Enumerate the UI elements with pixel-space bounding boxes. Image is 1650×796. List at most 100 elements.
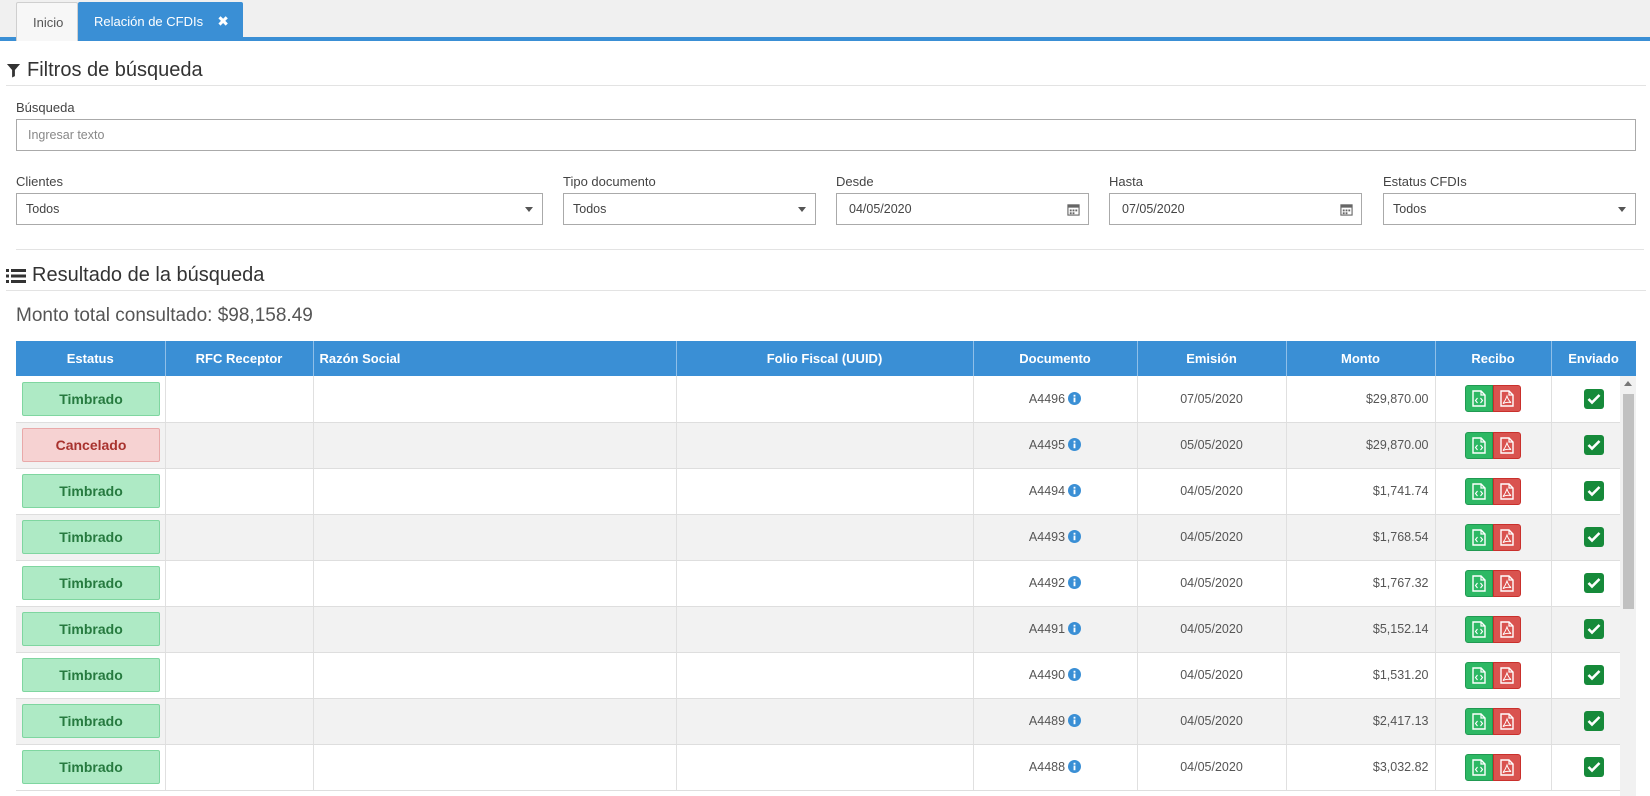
checkbox-checked-icon[interactable] <box>1583 435 1604 455</box>
table-row[interactable]: Timbrado A4491 04/05/2020 $5,152.14 <box>16 606 1636 653</box>
download-pdf-button[interactable] <box>1493 753 1521 781</box>
status-badge: Timbrado <box>22 750 160 784</box>
search-label: Búsqueda <box>16 100 75 115</box>
cell-recibo <box>1435 606 1552 653</box>
emission-date: 04/05/2020 <box>1180 576 1243 590</box>
tab-inicio[interactable]: Inicio <box>16 2 78 41</box>
checkbox-checked-icon[interactable] <box>1583 573 1604 593</box>
cell-recibo <box>1435 422 1552 469</box>
download-xml-button[interactable] <box>1465 523 1493 551</box>
cell-rfc <box>165 422 314 469</box>
emission-date: 04/05/2020 <box>1180 622 1243 636</box>
download-pdf-button[interactable] <box>1493 569 1521 597</box>
table-header-row: Estatus RFC Receptor Razón Social Folio … <box>16 341 1636 376</box>
col-razon-social[interactable]: Razón Social <box>313 341 677 376</box>
col-enviado[interactable]: Enviado <box>1551 341 1636 376</box>
amount: $1,531.20 <box>1372 668 1429 682</box>
table-row[interactable]: Timbrado A4496 07/05/2020 $29,870.00 <box>16 376 1636 423</box>
calendar-icon[interactable] <box>1340 203 1353 216</box>
table-row[interactable]: Timbrado A4493 04/05/2020 $1,768.54 <box>16 514 1636 561</box>
download-xml-button[interactable] <box>1465 431 1493 459</box>
table-row[interactable]: Timbrado A4494 04/05/2020 $1,741.74 <box>16 468 1636 515</box>
search-input[interactable] <box>26 127 1626 143</box>
info-icon[interactable] <box>1068 484 1082 497</box>
checkbox-checked-icon[interactable] <box>1583 388 1604 409</box>
cell-estatus: Timbrado <box>16 560 166 607</box>
download-xml-button[interactable] <box>1465 615 1493 643</box>
document-number: A4495 <box>1028 438 1066 452</box>
recibo-buttons <box>1465 569 1521 597</box>
download-xml-button[interactable] <box>1465 661 1493 689</box>
col-documento[interactable]: Documento <box>973 341 1138 376</box>
table-row[interactable]: Timbrado A4492 04/05/2020 $1,767.32 <box>16 560 1636 607</box>
info-icon[interactable] <box>1068 622 1082 635</box>
checkbox-checked-icon[interactable] <box>1583 527 1604 547</box>
recibo-buttons <box>1465 615 1521 643</box>
table-row[interactable]: Timbrado A4490 04/05/2020 $1,531.20 <box>16 652 1636 699</box>
close-icon[interactable]: ✖ <box>217 2 229 41</box>
document-number: A4496 <box>1028 391 1066 406</box>
filters-header: Filtros de búsqueda <box>6 56 1646 86</box>
download-pdf-button[interactable] <box>1493 385 1521 413</box>
divider <box>16 249 1644 250</box>
cell-folio <box>676 422 974 469</box>
info-icon[interactable] <box>1068 530 1082 543</box>
checkbox-checked-icon[interactable] <box>1583 665 1604 685</box>
emission-date: 05/05/2020 <box>1180 438 1243 452</box>
download-xml-button[interactable] <box>1465 707 1493 735</box>
document-number: A4491 <box>1028 622 1066 636</box>
table-row[interactable]: Cancelado A4495 05/05/2020 $29,870.00 <box>16 422 1636 469</box>
cell-monto: $5,152.14 <box>1286 606 1436 653</box>
hasta-date-field[interactable]: 07/05/2020 <box>1109 193 1362 225</box>
download-xml-button[interactable] <box>1465 569 1493 597</box>
checkbox-checked-icon[interactable] <box>1583 619 1604 639</box>
info-icon[interactable] <box>1068 714 1082 727</box>
recibo-buttons <box>1465 753 1521 781</box>
estatus-select[interactable]: Todos <box>1383 193 1636 225</box>
col-folio-fiscal[interactable]: Folio Fiscal (UUID) <box>676 341 974 376</box>
file-pdf-icon <box>1500 436 1514 454</box>
download-xml-button[interactable] <box>1465 753 1493 781</box>
info-icon[interactable] <box>1068 438 1082 451</box>
table-row[interactable]: Timbrado A4489 04/05/2020 $2,417.13 <box>16 698 1636 745</box>
download-pdf-button[interactable] <box>1493 523 1521 551</box>
clientes-select[interactable]: Todos <box>16 193 543 225</box>
chevron-down-icon <box>1618 207 1626 212</box>
col-rfc-receptor[interactable]: RFC Receptor <box>165 341 314 376</box>
cell-rfc <box>165 376 314 423</box>
download-pdf-button[interactable] <box>1493 615 1521 643</box>
amount: $1,767.32 <box>1372 576 1429 590</box>
download-pdf-button[interactable] <box>1493 707 1521 735</box>
cell-recibo <box>1435 514 1552 561</box>
document-number: A4490 <box>1028 668 1066 682</box>
checkbox-checked-icon[interactable] <box>1583 757 1604 777</box>
col-estatus[interactable]: Estatus <box>16 341 166 376</box>
table-row[interactable]: Timbrado A4488 04/05/2020 $3,032.82 <box>16 744 1636 791</box>
desde-date-field[interactable]: 04/05/2020 <box>836 193 1089 225</box>
info-icon[interactable] <box>1068 391 1082 405</box>
cell-razon-social <box>313 698 677 745</box>
download-pdf-button[interactable] <box>1493 477 1521 505</box>
document-number: A4492 <box>1028 576 1066 590</box>
info-icon[interactable] <box>1068 668 1082 681</box>
file-pdf-icon <box>1500 620 1514 638</box>
col-recibo[interactable]: Recibo <box>1435 341 1552 376</box>
col-monto[interactable]: Monto <box>1286 341 1436 376</box>
info-icon[interactable] <box>1068 576 1082 589</box>
download-pdf-button[interactable] <box>1493 661 1521 689</box>
tipo-documento-select[interactable]: Todos <box>563 193 816 225</box>
download-xml-button[interactable] <box>1465 385 1493 413</box>
checkbox-checked-icon[interactable] <box>1583 481 1604 501</box>
download-pdf-button[interactable] <box>1493 431 1521 459</box>
file-code-icon <box>1472 390 1486 407</box>
col-emision[interactable]: Emisión <box>1137 341 1287 376</box>
scroll-up-icon[interactable] <box>1624 381 1632 386</box>
checkbox-checked-icon[interactable] <box>1583 711 1604 731</box>
tab-relacion-cfdis[interactable]: Relación de CFDIs ✖ <box>78 2 243 41</box>
info-icon[interactable] <box>1068 760 1082 773</box>
tab-label: Relación de CFDIs <box>94 14 204 29</box>
calendar-icon[interactable] <box>1067 203 1080 216</box>
download-xml-button[interactable] <box>1465 477 1493 505</box>
recibo-buttons <box>1465 523 1521 551</box>
scrollbar-thumb[interactable] <box>1623 394 1634 609</box>
